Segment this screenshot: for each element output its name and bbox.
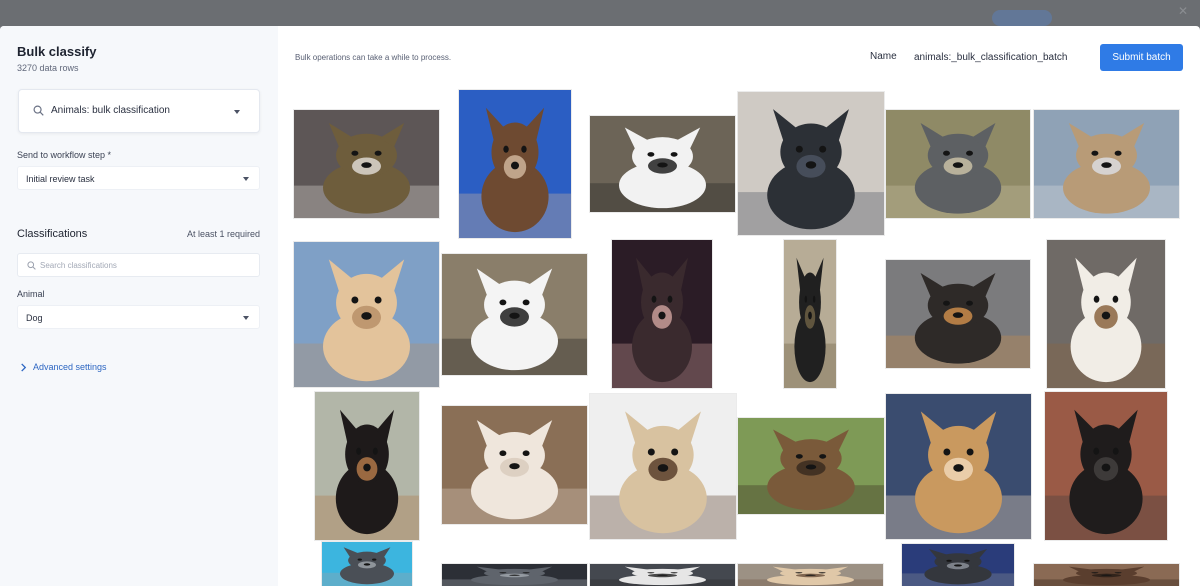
classifications-hint: At least 1 required: [186, 229, 260, 239]
batch-name-label: Name: [870, 51, 897, 62]
dog-photo: [886, 394, 1031, 539]
gallery-image[interactable]: [590, 394, 736, 539]
gallery-image[interactable]: [1047, 240, 1165, 388]
animal-select-value: Dog: [26, 313, 43, 323]
gallery-image[interactable]: [738, 418, 884, 514]
dog-photo: [738, 92, 884, 235]
settings-sidebar: Bulk classify 3270 data rows Animals: bu…: [0, 26, 278, 586]
modal-title: Bulk classify: [17, 44, 97, 59]
project-select[interactable]: Animals: bulk classification: [18, 89, 260, 133]
animal-select[interactable]: Dog: [17, 305, 260, 329]
gallery-image[interactable]: [590, 564, 735, 586]
dog-photo: [294, 242, 439, 387]
search-icon: [33, 105, 44, 116]
dog-photo: [738, 564, 883, 586]
gallery-image[interactable]: [784, 240, 836, 388]
dog-photo: [886, 260, 1030, 368]
dog-photo: [612, 240, 712, 388]
dog-photo: [902, 544, 1014, 586]
workflow-step-select[interactable]: Initial review task: [17, 166, 260, 190]
workflow-step-label: Send to workflow step *: [17, 150, 112, 160]
gallery-image[interactable]: [442, 406, 587, 524]
advanced-settings-label: Advanced settings: [33, 362, 107, 372]
gallery-image[interactable]: [1034, 564, 1179, 586]
submit-batch-button[interactable]: Submit batch: [1100, 44, 1183, 71]
dog-photo: [322, 542, 412, 586]
dog-photo: [1034, 110, 1179, 218]
workflow-step-value: Initial review task: [26, 174, 95, 184]
gallery-image[interactable]: [738, 92, 884, 235]
row-count: 3270 data rows: [17, 63, 79, 73]
dog-photo: [442, 254, 587, 375]
processing-note: Bulk operations can take a while to proc…: [295, 53, 452, 62]
advanced-settings-toggle[interactable]: Advanced settings: [20, 362, 107, 372]
gallery-image[interactable]: [442, 564, 587, 586]
classification-search: [17, 253, 260, 277]
gallery-image[interactable]: [315, 392, 419, 540]
batch-name-input[interactable]: [908, 46, 1094, 68]
chevron-down-icon: [243, 316, 249, 320]
dog-photo: [590, 116, 735, 212]
gallery-image[interactable]: [1045, 392, 1167, 540]
gallery-image[interactable]: [442, 254, 587, 375]
dog-photo: [459, 90, 571, 238]
gallery-image[interactable]: [902, 544, 1014, 586]
dog-photo: [294, 110, 439, 218]
dog-photo: [590, 394, 736, 539]
classifications-title: Classifications: [17, 228, 88, 240]
gallery-image[interactable]: [294, 110, 439, 218]
gallery-image[interactable]: [322, 542, 412, 586]
dog-photo: [315, 392, 419, 540]
image-gallery: [282, 84, 1200, 586]
gallery-image[interactable]: [590, 116, 735, 212]
dog-photo: [738, 418, 884, 514]
gallery-image[interactable]: [886, 394, 1031, 539]
dog-photo: [1047, 240, 1165, 388]
gallery-image[interactable]: [1034, 110, 1179, 218]
bulk-classify-modal: Bulk classify 3270 data rows Animals: bu…: [0, 26, 1200, 586]
gallery-image[interactable]: [886, 260, 1030, 368]
close-icon[interactable]: ✕: [1178, 4, 1188, 18]
gallery-image[interactable]: [294, 242, 439, 387]
dog-photo: [1034, 564, 1179, 586]
backdrop-button: [992, 10, 1052, 26]
chevron-down-icon: [234, 110, 240, 114]
dog-photo: [442, 406, 587, 524]
dog-photo: [590, 564, 735, 586]
chevron-right-icon: [21, 362, 27, 372]
gallery-image[interactable]: [886, 110, 1030, 218]
chevron-down-icon: [243, 177, 249, 181]
gallery-image[interactable]: [459, 90, 571, 238]
dog-photo: [784, 240, 836, 388]
gallery-image[interactable]: [612, 240, 712, 388]
animal-label: Animal: [17, 289, 45, 299]
search-icon: [27, 261, 36, 270]
project-select-value: Animals: bulk classification: [51, 105, 170, 116]
gallery-image[interactable]: [738, 564, 883, 586]
dog-photo: [1045, 392, 1167, 540]
dog-photo: [442, 564, 587, 586]
classification-search-input[interactable]: [40, 258, 250, 273]
dog-photo: [886, 110, 1030, 218]
